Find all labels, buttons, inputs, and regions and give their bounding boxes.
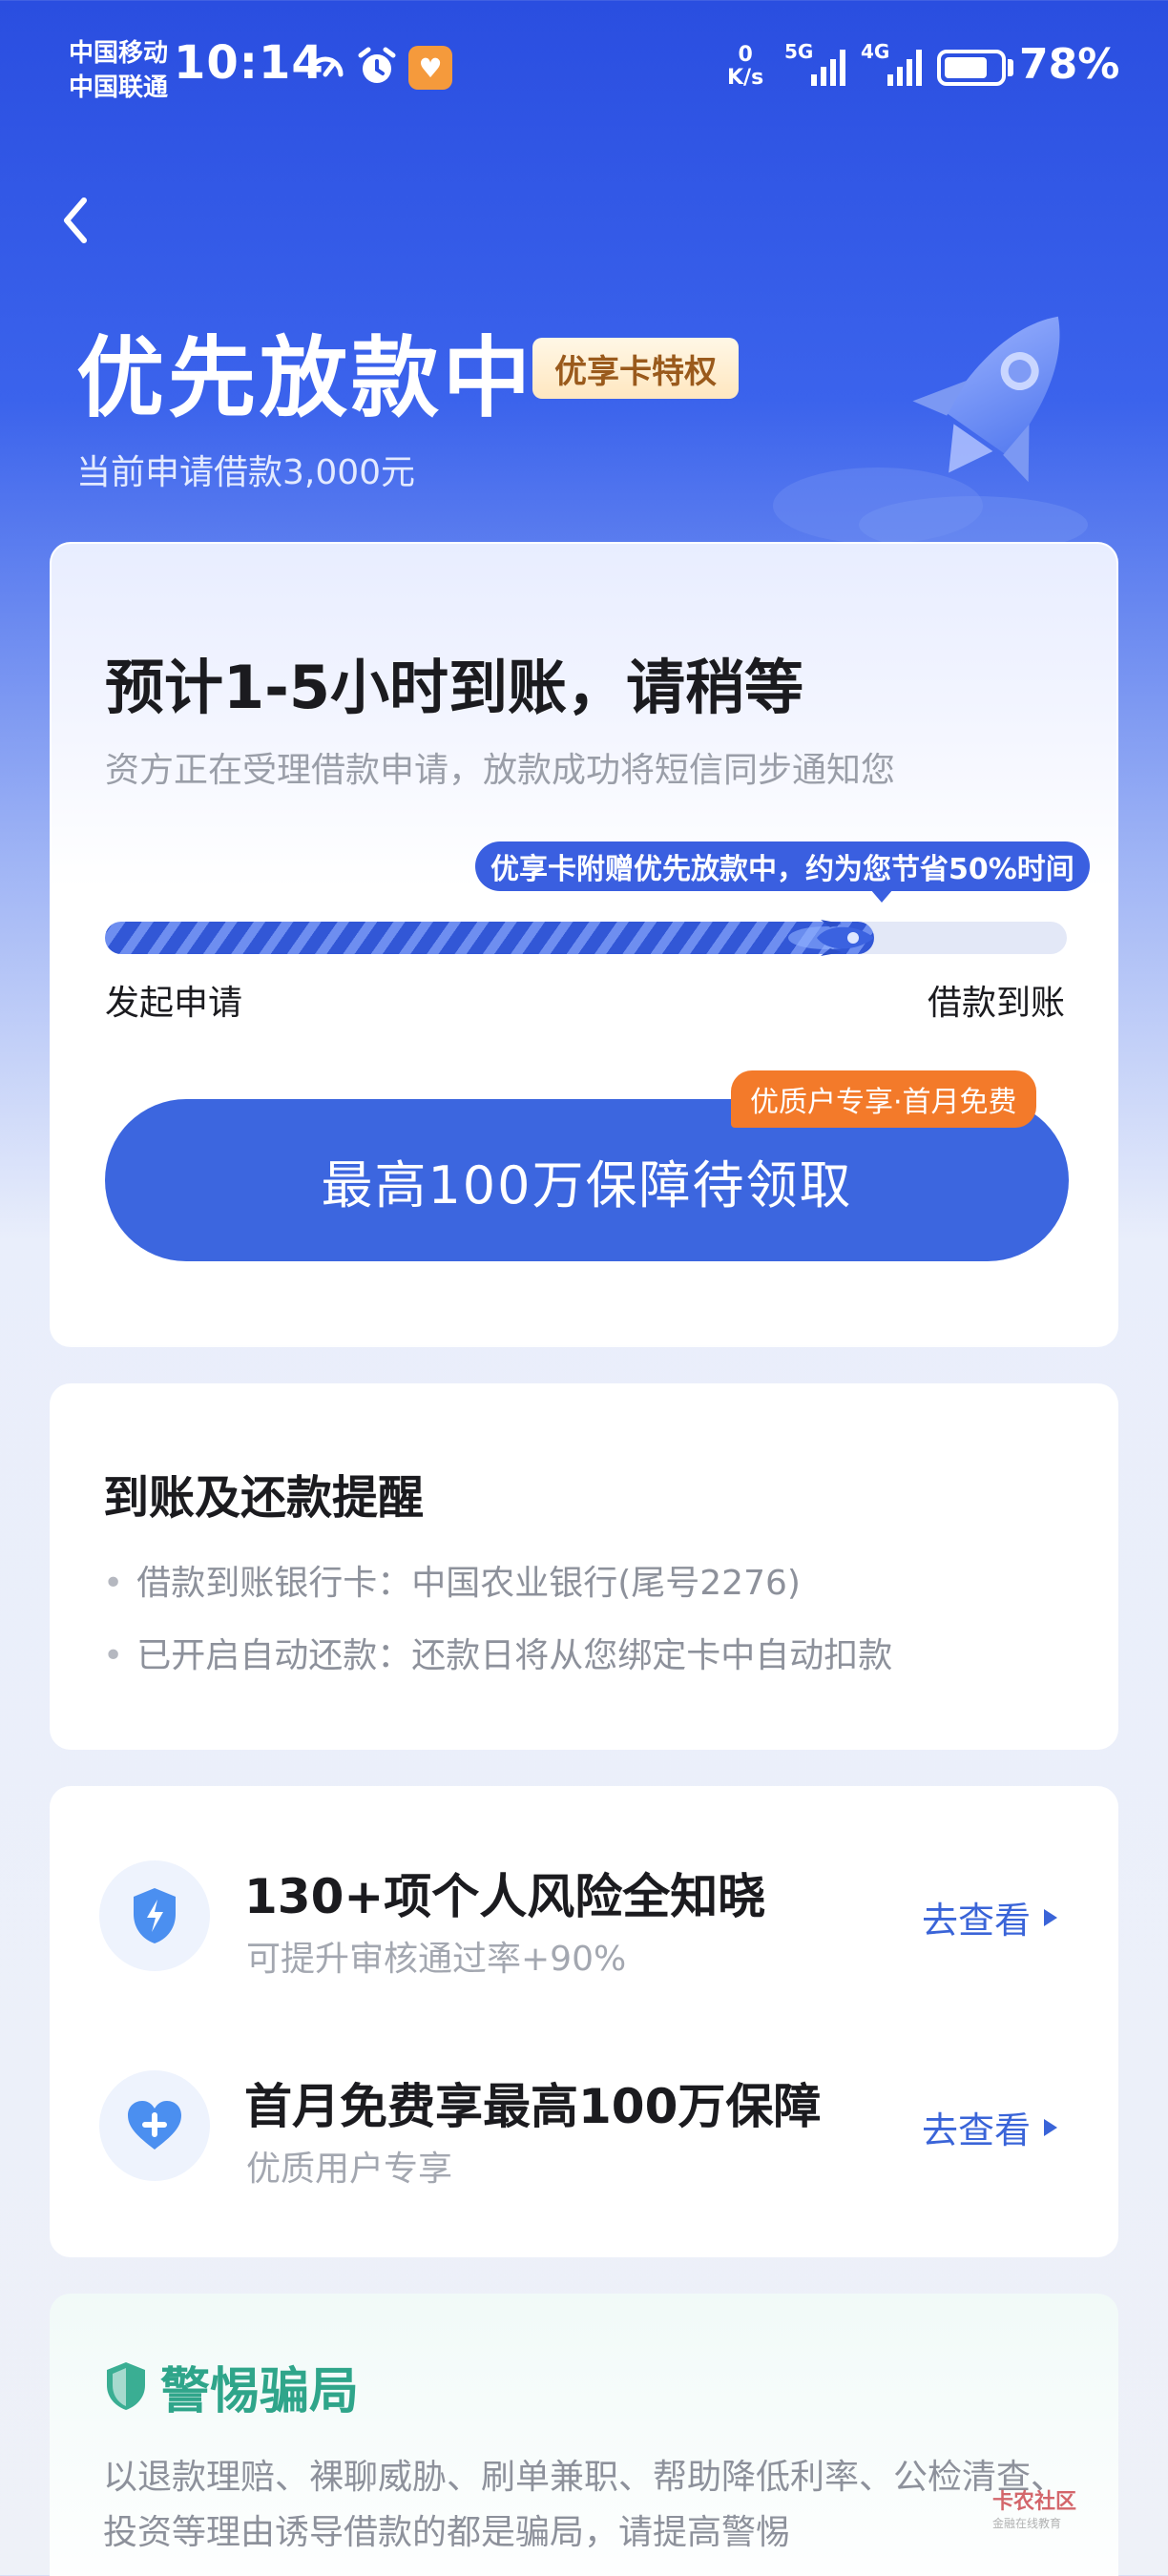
carrier-2: 中国联通 bbox=[69, 73, 169, 102]
network-label-2: 4G bbox=[861, 40, 890, 63]
eta-description: 资方正在受理借款申请，放款成功将短信同步通知您 bbox=[105, 751, 896, 790]
clock: 10:14 bbox=[174, 36, 324, 90]
watermark-tagline: 金融在线教育 bbox=[992, 2517, 1062, 2530]
rocket-illustration-icon bbox=[773, 316, 1088, 544]
services-card: 130+项个人风险全知晓 可提升审核通过率+90% 去查看 首月免费享最高100… bbox=[50, 1786, 1118, 2257]
service-title-protection: 首月免费享最高100万保障 bbox=[244, 2079, 822, 2134]
back-button[interactable] bbox=[50, 187, 107, 254]
progress-bar bbox=[105, 920, 1067, 956]
progress-tooltip: 优享卡附赠优先放款中，约为您节省50%时间 bbox=[475, 841, 1090, 903]
speedometer-icon bbox=[303, 44, 347, 90]
signal-5g-icon: 5G bbox=[784, 40, 851, 90]
view-risk-link-label: 去查看 bbox=[922, 1900, 1032, 1942]
battery-percent: 78% bbox=[1019, 40, 1120, 89]
carrier-names: 中国移动 中国联通 bbox=[69, 36, 168, 105]
service-subtitle-risk: 可提升审核通过率+90% bbox=[246, 1940, 627, 1979]
progress-bar-fill bbox=[105, 922, 874, 954]
alarm-clock-icon bbox=[355, 44, 399, 90]
shield-icon bbox=[107, 2362, 145, 2410]
app-notification-icon: ♥ bbox=[408, 46, 452, 90]
reminder-item-bank-card: 借款到账银行卡：中国农业银行(尾号2276) bbox=[103, 1555, 801, 1605]
network-speed: 0 K/s bbox=[727, 44, 763, 90]
signal-4g-icon: 4G bbox=[861, 40, 928, 90]
view-protection-link-label: 去查看 bbox=[922, 2109, 1032, 2151]
battery-icon bbox=[937, 50, 1006, 86]
status-bar: 中国移动 中国联通 10:14 ♥ 0 K/s 5G 4G 78% bbox=[0, 0, 1168, 134]
fraud-warning-card: 警惕骗局 以退款理赔、裸聊威胁、刷单兼职、帮助降低利率、公检清查、投资等理由诱导… bbox=[50, 2294, 1118, 2576]
reminder-title: 到账及还款提醒 bbox=[103, 1471, 425, 1525]
warning-text: 以退款理赔、裸聊威胁、刷单兼职、帮助降低利率、公检清查、投资等理由诱导借款的都是… bbox=[103, 2458, 1066, 2552]
service-title-risk: 130+项个人风险全知晓 bbox=[244, 1869, 766, 1924]
step-apply-label: 发起申请 bbox=[105, 984, 243, 1023]
net-speed-unit: K/s bbox=[727, 66, 764, 90]
service-subtitle-protection: 优质用户专享 bbox=[246, 2150, 453, 2189]
net-speed-value: 0 bbox=[738, 43, 753, 67]
community-watermark: 卡农社区 金融在线教育 bbox=[992, 2484, 1126, 2532]
rocket-icon bbox=[788, 920, 874, 956]
view-risk-link[interactable]: 去查看 bbox=[922, 1891, 1058, 1943]
step-arrival-label: 借款到账 bbox=[927, 984, 1065, 1023]
network-label-1: 5G bbox=[784, 40, 814, 63]
triangle-right-icon bbox=[1044, 2118, 1058, 2136]
eta-title: 预计1-5小时到账，请稍等 bbox=[105, 653, 804, 722]
warning-title: 警惕骗局 bbox=[160, 2363, 360, 2420]
premium-user-tag: 优质户专享·首月免费 bbox=[731, 1070, 1036, 1128]
heart-plus-icon bbox=[99, 2070, 210, 2181]
chevron-left-icon bbox=[64, 197, 87, 243]
reminder-item-auto-repay: 已开启自动还款：还款日将从您绑定卡中自动扣款 bbox=[103, 1628, 892, 1677]
lightning-shield-icon bbox=[99, 1860, 210, 1971]
loan-status-card: 预计1-5小时到账，请稍等 资方正在受理借款申请，放款成功将短信同步通知您 优享… bbox=[50, 542, 1118, 1347]
page-title: 优先放款中 bbox=[76, 327, 535, 429]
carrier-1: 中国移动 bbox=[69, 39, 169, 68]
watermark-name: 卡农社区 bbox=[992, 2490, 1077, 2514]
loan-amount-subtitle: 当前申请借款3,000元 bbox=[76, 453, 416, 492]
battery-cap bbox=[1008, 59, 1013, 76]
repayment-reminder-card: 到账及还款提醒 借款到账银行卡：中国农业银行(尾号2276) 已开启自动还款：还… bbox=[50, 1383, 1118, 1750]
view-protection-link[interactable]: 去查看 bbox=[922, 2101, 1058, 2153]
vip-privilege-tag: 优享卡特权 bbox=[532, 338, 739, 399]
triangle-right-icon bbox=[1044, 1908, 1058, 1926]
